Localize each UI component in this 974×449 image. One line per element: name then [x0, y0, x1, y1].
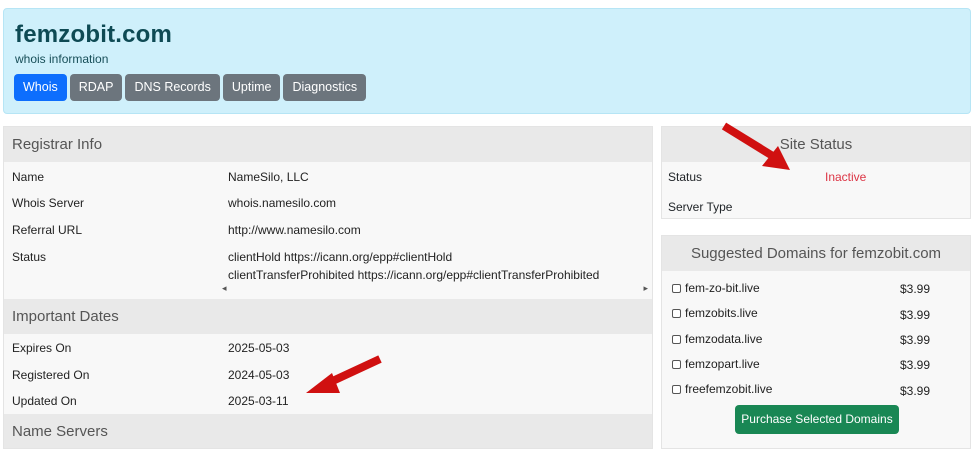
- site-subtitle: whois information: [15, 52, 109, 66]
- horizontal-scrollbar[interactable]: ◂ ▸: [220, 282, 650, 294]
- header-banner: femzobit.com whois information Whois RDA…: [3, 8, 971, 114]
- site-status-value: Inactive: [825, 170, 867, 184]
- domain-checkbox[interactable]: [672, 308, 681, 318]
- domain-name: femzodata.live: [685, 332, 763, 346]
- domain-name: freefemzobit.live: [685, 382, 773, 396]
- domain-status-value-1: clientHold https://icann.org/epp#clientH…: [228, 250, 453, 264]
- registrar-info-heading: Registrar Info: [4, 127, 652, 162]
- site-status-heading: Site Status: [662, 127, 970, 162]
- updated-on-label: Updated On: [12, 394, 77, 408]
- updated-on-value: 2025-03-11: [228, 394, 289, 408]
- expires-on-label: Expires On: [12, 341, 72, 355]
- registered-on-label: Registered On: [12, 368, 90, 382]
- domain-checkbox[interactable]: [672, 283, 681, 293]
- tab-rdap[interactable]: RDAP: [69, 74, 123, 101]
- domain-status-value-2: clientTransferProhibited https://icann.o…: [228, 268, 600, 282]
- annotation-arrow-icon: [721, 122, 790, 170]
- registrar-name-value: NameSilo, LLC: [228, 170, 309, 184]
- domain-checkbox[interactable]: [672, 359, 681, 369]
- site-status-panel: Site Status Status Inactive Server Type: [661, 126, 971, 219]
- scroll-right-icon[interactable]: ▸: [643, 282, 648, 294]
- whois-server-label: Whois Server: [12, 196, 85, 210]
- whois-server-value: whois.namesilo.com: [228, 196, 337, 210]
- tab-uptime[interactable]: Uptime: [222, 74, 281, 101]
- referral-url-label: Referral URL: [12, 223, 83, 237]
- domain-name: femzopart.live: [685, 357, 760, 371]
- tab-dns-records[interactable]: DNS Records: [125, 74, 220, 101]
- registrar-name-label: Name: [12, 170, 45, 184]
- domain-name: femzobits.live: [685, 306, 758, 320]
- domain-price: $3.99: [900, 384, 931, 398]
- domain-checkbox[interactable]: [672, 384, 681, 394]
- whois-details-panel: Registrar Info Name NameSilo, LLC Whois …: [3, 126, 653, 449]
- domain-option[interactable]: freefemzobit.live: [672, 382, 772, 396]
- domain-price: $3.99: [900, 308, 931, 322]
- domain-price: $3.99: [900, 282, 931, 296]
- expires-on-value: 2025-05-03: [228, 341, 290, 355]
- name-servers-heading: Name Servers: [4, 414, 652, 448]
- suggested-domains-heading: Suggested Domains for femzobit.com: [662, 236, 970, 271]
- domain-option[interactable]: fem-zo-bit.live: [672, 281, 760, 295]
- domain-option[interactable]: femzopart.live: [672, 357, 760, 371]
- domain-price: $3.99: [900, 333, 931, 347]
- tab-diagnostics[interactable]: Diagnostics: [283, 74, 367, 101]
- tab-bar: Whois RDAP DNS Records Uptime Diagnostic…: [14, 74, 367, 101]
- referral-url-value: http://www.namesilo.com: [228, 223, 361, 237]
- important-dates-heading: Important Dates: [4, 299, 652, 334]
- domain-checkbox[interactable]: [672, 334, 681, 344]
- domain-price: $3.99: [900, 358, 931, 372]
- annotation-arrow-icon: [306, 355, 382, 393]
- domain-name: fem-zo-bit.live: [685, 281, 760, 295]
- domain-status-label: Status: [12, 250, 47, 264]
- domain-option[interactable]: femzodata.live: [672, 332, 762, 346]
- purchase-selected-domains-button[interactable]: Purchase Selected Domains: [735, 405, 899, 434]
- domain-option[interactable]: femzobits.live: [672, 306, 758, 320]
- server-type-label: Server Type: [668, 200, 733, 214]
- registered-on-value: 2024-05-03: [228, 368, 290, 382]
- site-status-label: Status: [668, 170, 703, 184]
- suggested-domains-panel: Suggested Domains for femzobit.com fem-z…: [661, 235, 971, 449]
- site-title: femzobit.com: [15, 21, 173, 48]
- scroll-left-icon[interactable]: ◂: [222, 282, 227, 294]
- tab-whois[interactable]: Whois: [14, 74, 67, 101]
